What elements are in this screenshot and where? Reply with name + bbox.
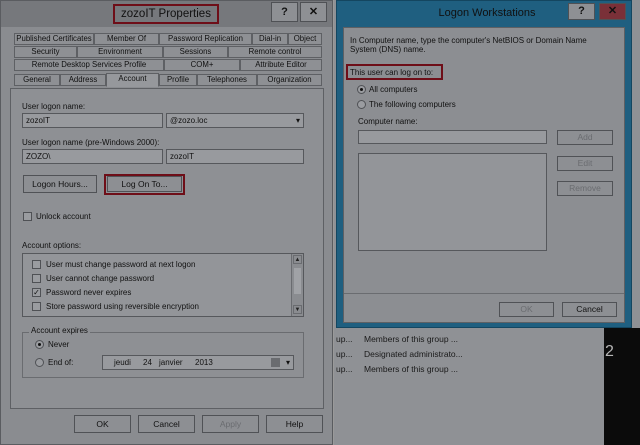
- remove-button[interactable]: Remove: [557, 181, 613, 196]
- step-number: 2: [605, 343, 614, 360]
- properties-window: zozoIT Properties ? ✕ Published Certific…: [0, 0, 333, 445]
- following-computers-label: The following computers: [369, 100, 456, 109]
- options-scrollbar[interactable]: ▲ ▼: [291, 254, 303, 316]
- user-logon-label: User logon name:: [22, 102, 86, 111]
- can-log-on-label: This user can log on to:: [350, 68, 434, 77]
- list-item[interactable]: up... Members of this group ...: [334, 363, 604, 377]
- properties-titlebar: zozoIT Properties ? ✕: [1, 1, 332, 27]
- list-item-description: Members of this group ...: [364, 334, 459, 344]
- help-title-button[interactable]: ?: [271, 2, 298, 22]
- list-item[interactable]: up... Members of this group ...: [334, 333, 604, 347]
- ok-button[interactable]: OK: [74, 415, 131, 433]
- ok-button[interactable]: OK: [499, 302, 554, 317]
- option-checkbox[interactable]: ✓: [32, 288, 41, 297]
- chevron-down-icon: ▾: [295, 116, 300, 125]
- account-expires-label: Account expires: [29, 326, 90, 335]
- date-month: janvier: [159, 358, 183, 367]
- tab-address[interactable]: Address: [60, 74, 106, 86]
- option-label: User must change password at next logon: [46, 260, 196, 269]
- date-day: jeudi: [114, 358, 131, 367]
- list-item-type: up...: [336, 334, 353, 344]
- cancel-button[interactable]: Cancel: [562, 302, 617, 317]
- never-label: Never: [48, 340, 70, 349]
- all-computers-label: All computers: [369, 85, 418, 94]
- domain-select[interactable]: @zozo.loc ▾: [166, 113, 304, 128]
- tab-com-plus[interactable]: COM+: [164, 59, 240, 71]
- domain-value: @zozo.loc: [170, 116, 208, 125]
- logon-hours-button[interactable]: Logon Hours...: [23, 175, 97, 193]
- help-button[interactable]: Help: [266, 415, 323, 433]
- logon-workstations-body: In Computer name, type the computer's Ne…: [343, 27, 625, 323]
- never-radio[interactable]: [35, 340, 44, 349]
- pre2000-label: User logon name (pre-Windows 2000):: [22, 138, 160, 147]
- computer-list[interactable]: [358, 153, 547, 251]
- tab-remote-desktop-profile[interactable]: Remote Desktop Services Profile: [14, 59, 164, 71]
- tab-telephones[interactable]: Telephones: [197, 74, 257, 86]
- close-icon[interactable]: ✕: [300, 2, 327, 22]
- background-group-list: up... Members of this group ... up... De…: [334, 328, 604, 445]
- pre2000-user-input[interactable]: zozoIT: [166, 149, 304, 164]
- properties-title: zozoIT Properties: [113, 4, 219, 24]
- date-picker[interactable]: jeudi 24 janvier 2013 ▾: [102, 355, 294, 370]
- date-num: 24: [143, 358, 152, 367]
- tab-published-certificates[interactable]: Published Certificates: [14, 33, 94, 45]
- log-on-to-button[interactable]: Log On To...: [107, 176, 182, 192]
- close-icon[interactable]: ✕: [599, 3, 626, 20]
- computer-name-input[interactable]: [358, 130, 547, 144]
- all-computers-radio[interactable]: [357, 85, 366, 94]
- tab-sessions[interactable]: Sessions: [163, 46, 228, 58]
- intro-text: In Computer name, type the computer's Ne…: [350, 36, 587, 54]
- tab-environment[interactable]: Environment: [77, 46, 163, 58]
- option-checkbox[interactable]: [32, 274, 41, 283]
- following-computers-radio[interactable]: [357, 100, 366, 109]
- unlock-account-checkbox[interactable]: [23, 212, 32, 221]
- list-item-description: Members of this group ...: [364, 364, 459, 374]
- option-label: Password never expires: [46, 288, 132, 297]
- chevron-down-icon[interactable]: ▾: [286, 356, 290, 369]
- calendar-icon[interactable]: [271, 358, 280, 367]
- logon-workstations-dialog: Logon Workstations ? ✕ In Computer name,…: [336, 0, 632, 328]
- cancel-button[interactable]: Cancel: [138, 415, 195, 433]
- unlock-account-label: Unlock account: [36, 212, 91, 221]
- apply-button[interactable]: Apply: [202, 415, 259, 433]
- tab-profile[interactable]: Profile: [159, 74, 197, 86]
- help-title-button[interactable]: ?: [568, 3, 595, 20]
- tab-dial-in[interactable]: Dial-in: [252, 33, 288, 45]
- tab-member-of[interactable]: Member Of: [94, 33, 159, 45]
- list-item-description: Designated administrato...: [364, 349, 463, 359]
- end-of-radio[interactable]: [35, 358, 44, 367]
- list-item[interactable]: up... Designated administrato...: [334, 348, 604, 362]
- end-of-label: End of:: [48, 358, 74, 367]
- scroll-up-icon[interactable]: ▲: [293, 255, 302, 264]
- option-checkbox[interactable]: [32, 302, 41, 311]
- scroll-down-icon[interactable]: ▼: [293, 305, 302, 314]
- tab-password-replication[interactable]: Password Replication: [159, 33, 252, 45]
- edit-button[interactable]: Edit: [557, 156, 613, 171]
- computer-name-label: Computer name:: [358, 117, 418, 126]
- tab-organization[interactable]: Organization: [257, 74, 322, 86]
- tab-attribute-editor[interactable]: Attribute Editor: [240, 59, 322, 71]
- divider: [344, 293, 624, 294]
- list-item-type: up...: [336, 349, 353, 359]
- add-button[interactable]: Add: [557, 130, 613, 145]
- logon-workstations-title: Logon Workstations: [438, 7, 536, 19]
- account-options-label: Account options:: [22, 241, 82, 250]
- date-year: 2013: [195, 358, 213, 367]
- scrollbar-thumb[interactable]: [294, 268, 301, 294]
- tab-remote-control[interactable]: Remote control: [228, 46, 322, 58]
- option-label: User cannot change password: [46, 274, 155, 283]
- list-item-type: up...: [336, 364, 353, 374]
- option-checkbox[interactable]: [32, 260, 41, 269]
- tab-general[interactable]: General: [14, 74, 60, 86]
- tab-account[interactable]: Account: [106, 73, 159, 87]
- user-logon-input[interactable]: zozoIT: [22, 113, 163, 128]
- tab-object[interactable]: Object: [288, 33, 322, 45]
- option-label: Store password using reversible encrypti…: [46, 302, 199, 311]
- tab-security[interactable]: Security: [14, 46, 77, 58]
- pre2000-domain-field: ZOZO\: [22, 149, 163, 164]
